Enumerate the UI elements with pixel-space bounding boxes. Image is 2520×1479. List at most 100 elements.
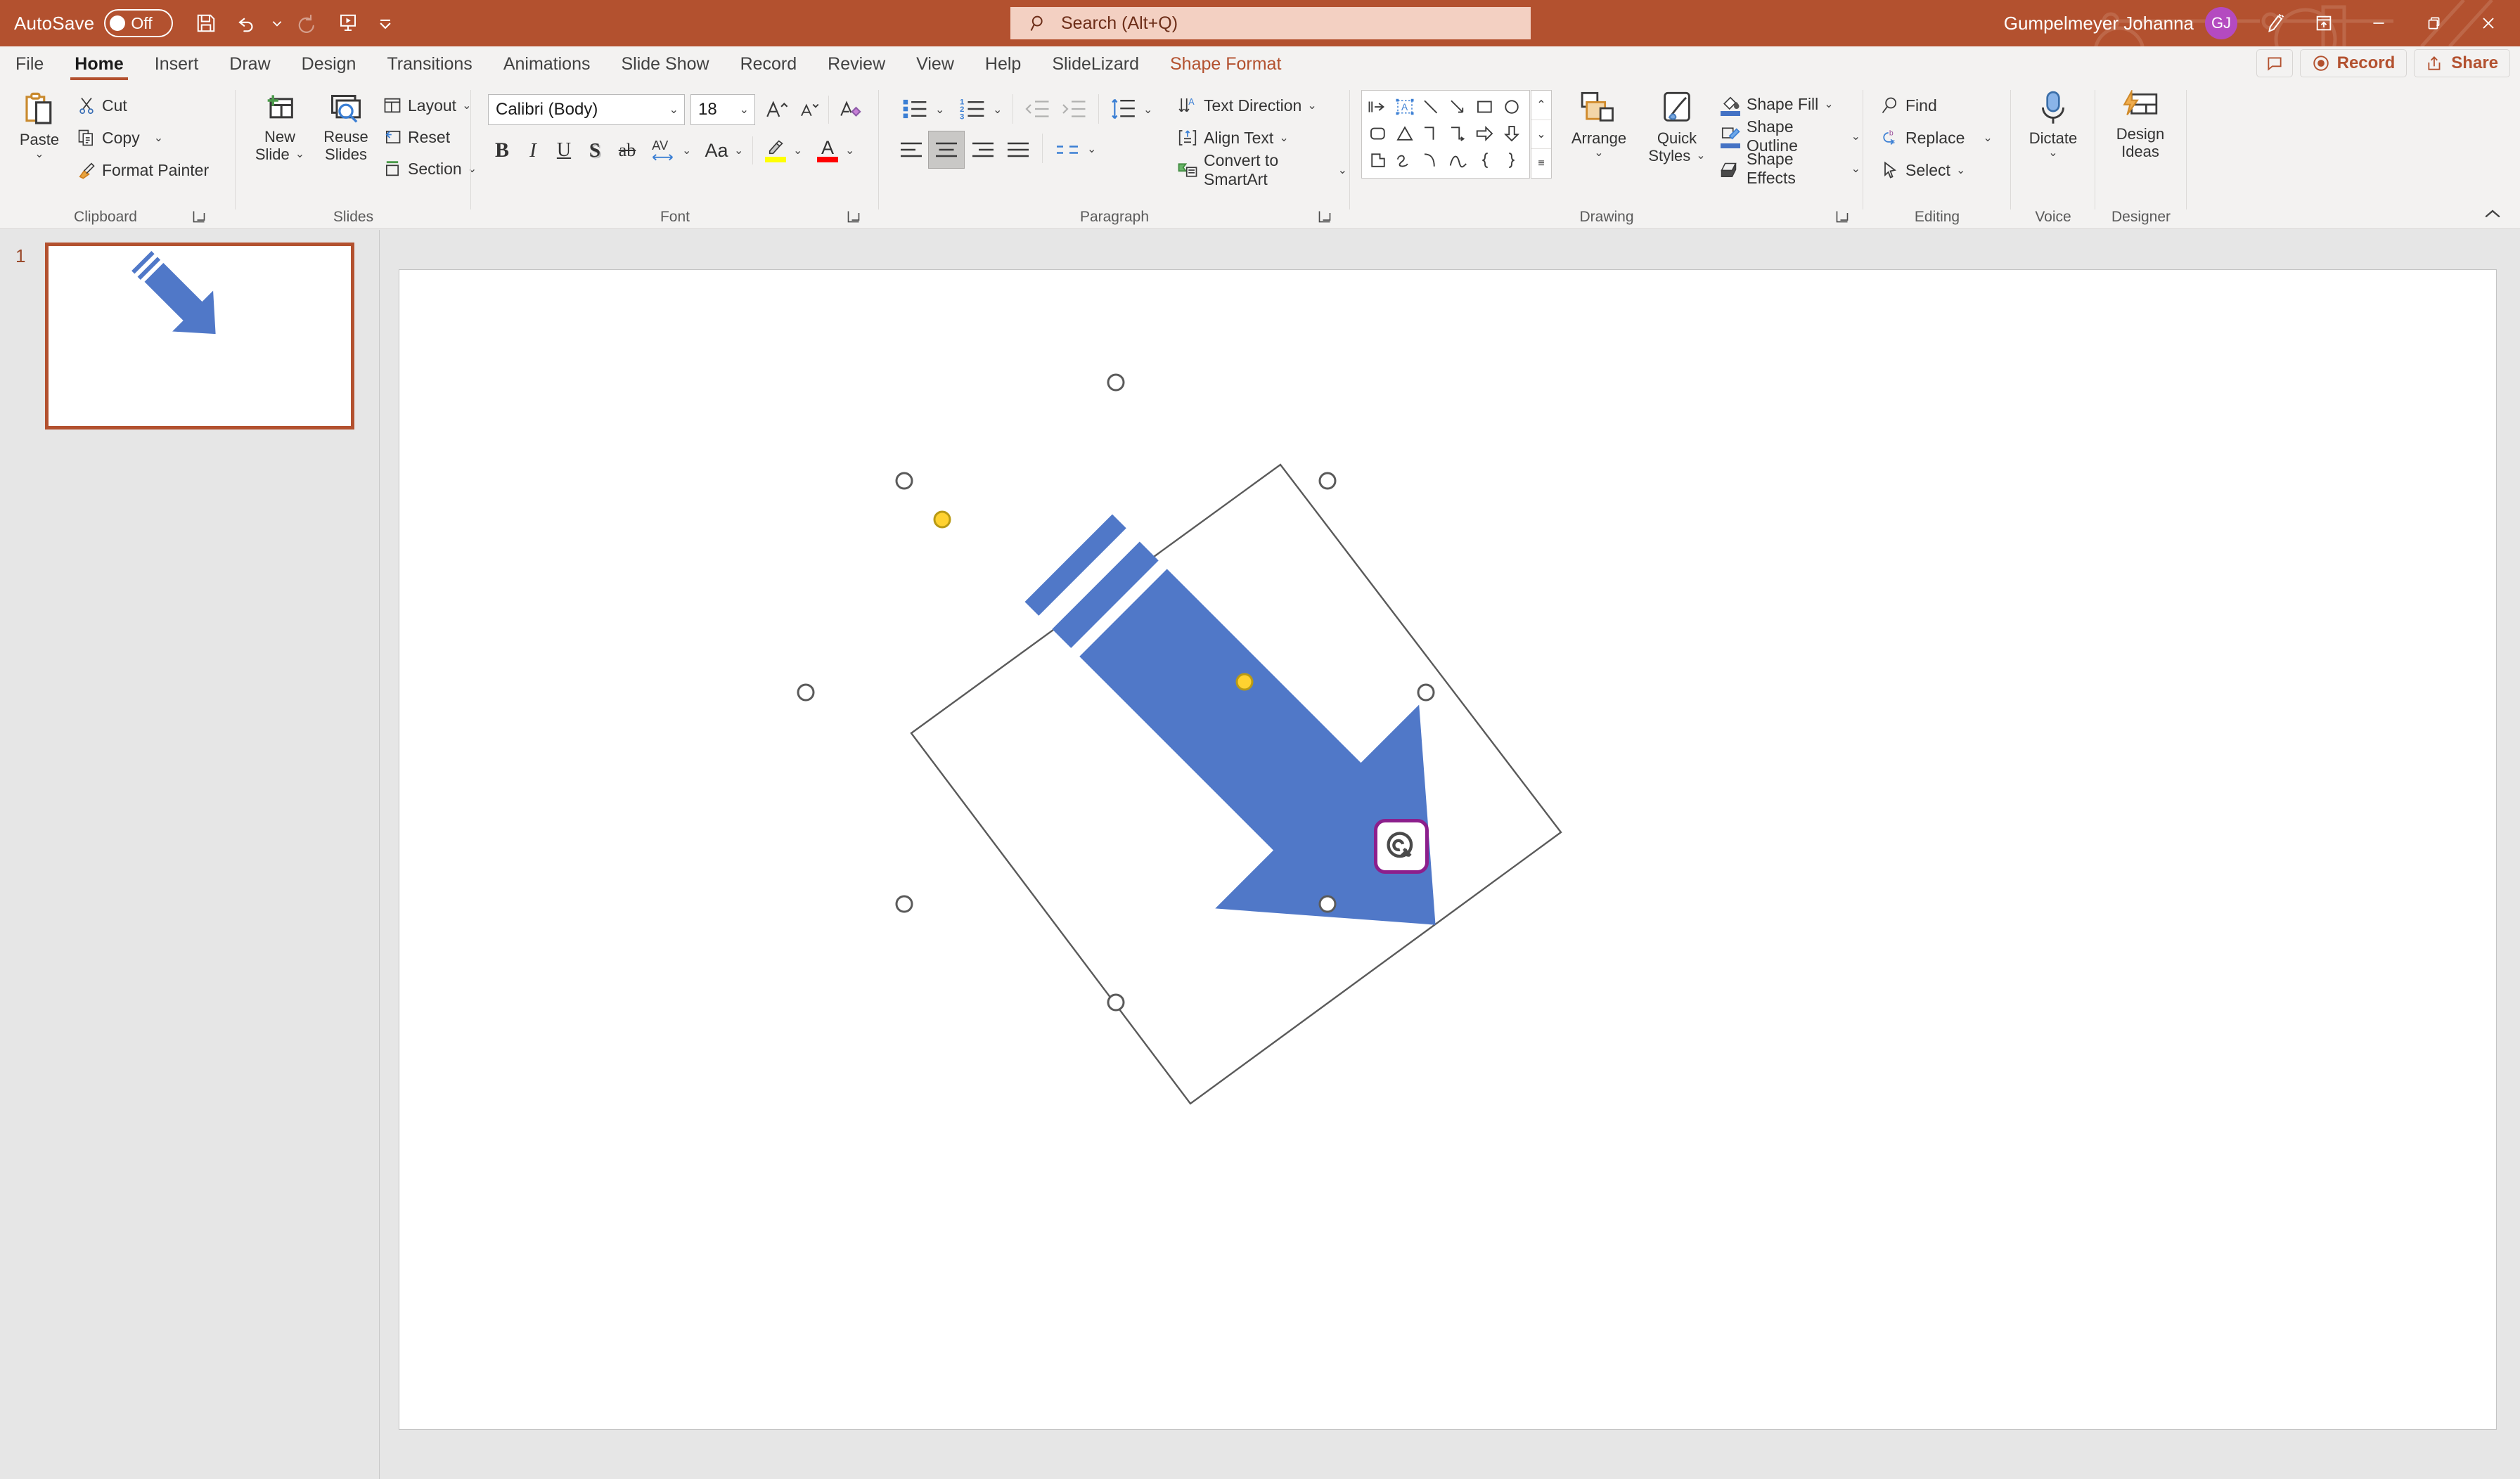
tab-design[interactable]: Design bbox=[286, 46, 372, 82]
change-case-caret-icon[interactable]: ⌄ bbox=[734, 143, 743, 157]
tab-shape-format[interactable]: Shape Format bbox=[1155, 46, 1297, 82]
shape-outline-caret-icon[interactable]: ⌄ bbox=[1851, 129, 1860, 143]
minimize-icon[interactable] bbox=[2351, 1, 2406, 45]
replace-caret-icon[interactable]: ⌄ bbox=[1983, 131, 1992, 145]
new-slide-button[interactable]: New Slide ⌄ bbox=[248, 91, 311, 164]
shape-elbow-arrow-connector-icon[interactable] bbox=[1445, 120, 1472, 147]
shape-left-brace-icon[interactable] bbox=[1472, 147, 1498, 174]
slide-thumbnail-1[interactable] bbox=[45, 243, 354, 430]
comments-button[interactable] bbox=[2256, 49, 2293, 77]
columns-caret-icon[interactable]: ⌄ bbox=[1087, 142, 1096, 156]
new-slide-dropdown-caret-icon[interactable]: ⌄ bbox=[295, 148, 304, 161]
shape-fill-caret-icon[interactable]: ⌄ bbox=[1824, 97, 1833, 111]
tab-record[interactable]: Record bbox=[725, 46, 813, 82]
paste-button[interactable]: Paste ⌄ bbox=[7, 91, 72, 162]
strikethrough-button[interactable]: ab bbox=[610, 135, 644, 166]
customize-quick-access-toolbar-icon[interactable] bbox=[375, 4, 395, 43]
pen-icon[interactable] bbox=[2253, 1, 2296, 45]
font-color-caret-icon[interactable]: ⌄ bbox=[845, 143, 854, 157]
shape-gallery-scrollbar[interactable]: ⌃ ⌄ ≡ bbox=[1531, 90, 1552, 179]
shape-fill-button[interactable]: Shape Fill ⌄ bbox=[1717, 89, 1837, 120]
save-icon[interactable] bbox=[186, 4, 226, 43]
shape-freeform-icon[interactable] bbox=[1445, 147, 1472, 174]
drawing-dialog-launcher[interactable] bbox=[1835, 208, 1852, 225]
copy-button[interactable]: Copy ⌄ bbox=[74, 122, 166, 153]
format-painter-button[interactable]: Format Painter bbox=[74, 155, 212, 186]
shape-gallery-scroll-down-button[interactable]: ⌄ bbox=[1531, 120, 1551, 150]
text-highlight-color-button[interactable] bbox=[759, 134, 792, 167]
slide-thumbnail-pane[interactable]: 1 bbox=[0, 230, 380, 1479]
shape-curve-icon[interactable] bbox=[1418, 147, 1445, 174]
shape-down-arrow-icon[interactable] bbox=[1498, 120, 1525, 147]
close-icon[interactable] bbox=[2461, 1, 2516, 45]
replace-button[interactable]: b c Replace ⌄ bbox=[1877, 122, 1995, 153]
design-ideas-button[interactable]: Design Ideas bbox=[2107, 90, 2174, 161]
tab-review[interactable]: Review bbox=[812, 46, 901, 82]
shape-rounded-rectangle-icon[interactable] bbox=[1365, 120, 1391, 147]
slide-canvas[interactable] bbox=[399, 269, 2497, 1430]
convert-to-smartart-caret-icon[interactable]: ⌄ bbox=[1338, 163, 1347, 177]
section-button[interactable]: Section ⌄ bbox=[380, 153, 480, 184]
restore-icon[interactable] bbox=[2406, 1, 2461, 45]
center-button[interactable] bbox=[928, 131, 965, 169]
bold-button[interactable]: B bbox=[487, 135, 518, 166]
tab-file[interactable]: File bbox=[0, 46, 59, 82]
align-text-caret-icon[interactable]: ⌄ bbox=[1279, 131, 1288, 145]
start-presentation-icon[interactable] bbox=[328, 4, 368, 43]
search-input[interactable]: Search (Alt+Q) bbox=[1010, 7, 1531, 39]
line-spacing-caret-icon[interactable]: ⌄ bbox=[1143, 103, 1152, 117]
tab-animations[interactable]: Animations bbox=[488, 46, 606, 82]
shape-gallery[interactable]: A bbox=[1361, 90, 1530, 179]
slide-view[interactable] bbox=[380, 230, 2520, 1479]
numbering-caret-icon[interactable]: ⌄ bbox=[993, 103, 1002, 117]
tab-slidelizard[interactable]: SlideLizard bbox=[1036, 46, 1155, 82]
decrease-list-level-button[interactable] bbox=[1020, 93, 1055, 125]
shape-triangle-icon[interactable] bbox=[1391, 120, 1418, 147]
paragraph-dialog-launcher[interactable] bbox=[1318, 208, 1335, 225]
character-spacing-button[interactable]: AV bbox=[645, 132, 682, 167]
font-size-caret-icon[interactable]: ⌄ bbox=[740, 103, 749, 117]
quick-styles-button[interactable]: Quick Styles ⌄ bbox=[1640, 90, 1714, 165]
convert-to-smartart-button[interactable]: Convert to SmartArt ⌄ bbox=[1174, 151, 1350, 188]
find-button[interactable]: Find bbox=[1877, 90, 1940, 121]
increase-font-size-button[interactable] bbox=[761, 94, 792, 125]
align-text-button[interactable]: Align Text ⌄ bbox=[1174, 122, 1292, 153]
shape-outline-button[interactable]: Shape Outline ⌄ bbox=[1717, 117, 1863, 155]
align-right-button[interactable] bbox=[966, 132, 1000, 167]
tab-home[interactable]: Home bbox=[59, 46, 139, 82]
font-name-caret-icon[interactable]: ⌄ bbox=[669, 103, 679, 117]
clear-formatting-button[interactable] bbox=[834, 94, 866, 125]
copy-dropdown-caret-icon[interactable]: ⌄ bbox=[154, 131, 163, 145]
arrange-button[interactable]: Arrange ⌄ bbox=[1561, 90, 1637, 160]
undo-icon[interactable] bbox=[226, 4, 267, 43]
tab-help[interactable]: Help bbox=[970, 46, 1036, 82]
underline-button[interactable]: U bbox=[548, 135, 579, 166]
bullets-button[interactable] bbox=[896, 93, 934, 125]
shape-textbox-icon[interactable]: A bbox=[1391, 93, 1418, 120]
autosave-toggle[interactable]: Off bbox=[104, 9, 174, 37]
shape-effects-button[interactable]: Shape Effects ⌄ bbox=[1717, 150, 1863, 187]
record-button[interactable]: Record bbox=[2299, 49, 2408, 77]
select-caret-icon[interactable]: ⌄ bbox=[1956, 163, 1965, 177]
text-direction-caret-icon[interactable]: ⌄ bbox=[1307, 98, 1316, 112]
layout-button[interactable]: Layout ⌄ bbox=[380, 90, 474, 121]
redo-icon[interactable] bbox=[287, 4, 328, 43]
font-name-input[interactable]: Calibri (Body) ⌄ bbox=[488, 94, 685, 125]
quick-styles-dropdown-caret-icon[interactable]: ⌄ bbox=[1696, 150, 1705, 162]
bullets-caret-icon[interactable]: ⌄ bbox=[935, 103, 944, 117]
undo-dropdown-caret[interactable] bbox=[267, 4, 287, 43]
increase-list-level-button[interactable] bbox=[1056, 93, 1091, 125]
reuse-slides-button[interactable]: Reuse Slides bbox=[314, 91, 378, 164]
shape-flowchart-icon[interactable] bbox=[1365, 147, 1391, 174]
numbering-button[interactable]: 1 2 3 bbox=[953, 93, 991, 125]
font-color-button[interactable]: A bbox=[811, 134, 844, 167]
columns-button[interactable] bbox=[1049, 132, 1086, 167]
justify-button[interactable] bbox=[1001, 132, 1035, 167]
tab-insert[interactable]: Insert bbox=[139, 46, 214, 82]
shape-elbow-connector-icon[interactable] bbox=[1418, 120, 1445, 147]
shape-scribble-icon[interactable] bbox=[1391, 147, 1418, 174]
font-dialog-launcher[interactable] bbox=[847, 208, 863, 225]
ribbon-display-options-icon[interactable] bbox=[2296, 1, 2351, 45]
avatar[interactable]: GJ bbox=[2205, 7, 2237, 39]
select-button[interactable]: Select ⌄ bbox=[1877, 155, 1968, 186]
